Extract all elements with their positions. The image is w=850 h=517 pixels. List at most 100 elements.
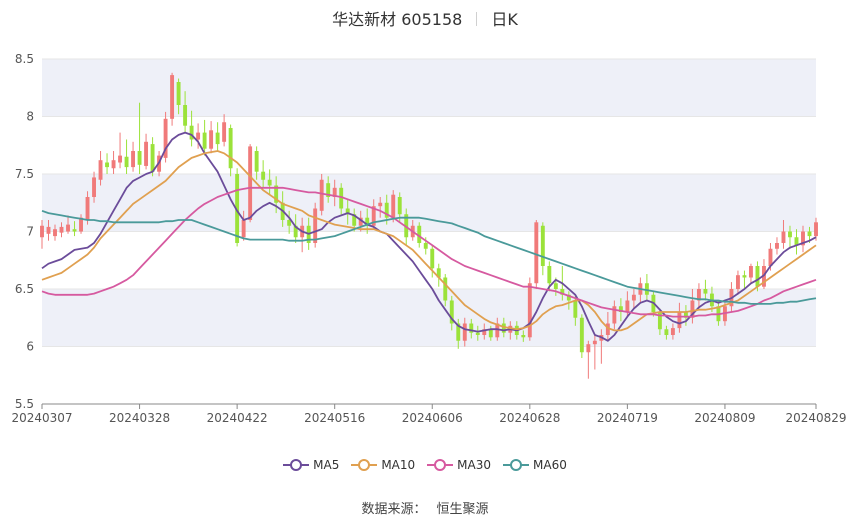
y-tick-label: 8 xyxy=(26,110,34,124)
candle-body xyxy=(527,283,532,338)
candle-body xyxy=(553,283,558,289)
data-source: 数据来源： 恒生聚源 xyxy=(0,498,850,517)
legend-marker-icon xyxy=(283,459,310,471)
candle xyxy=(111,151,116,174)
candle-body xyxy=(755,266,760,287)
y-tick-label: 8.5 xyxy=(15,52,34,66)
candle-body xyxy=(677,312,682,329)
candle xyxy=(118,132,123,169)
kline-chart[interactable]: 5.5 6 6.5 7 7.5 8 8.5 20240307 20240328 20240422… xyxy=(0,0,850,517)
candle xyxy=(222,114,227,147)
legend-label: MA60 xyxy=(533,458,567,472)
candle-body xyxy=(131,151,136,168)
candle-body xyxy=(137,151,142,165)
candle-body xyxy=(105,162,109,168)
legend-marker-icon xyxy=(503,459,530,471)
candle-body xyxy=(703,289,708,294)
candle-body xyxy=(98,160,103,180)
candle-body xyxy=(170,75,175,119)
candle xyxy=(586,340,591,379)
candle-body xyxy=(443,277,448,301)
candle-body xyxy=(111,160,116,169)
legend-item-ma60[interactable]: MA60 xyxy=(503,458,567,472)
candle-body xyxy=(72,229,77,232)
candle-body xyxy=(462,323,467,341)
candle-body xyxy=(742,275,747,278)
legend-marker-icon xyxy=(427,459,454,471)
plot-band xyxy=(42,59,816,117)
candle-body xyxy=(222,122,227,142)
candle-body xyxy=(248,146,253,220)
candle xyxy=(228,124,233,177)
candle-body xyxy=(267,179,272,186)
candle-body xyxy=(573,300,578,318)
candle xyxy=(105,153,109,174)
candle-body xyxy=(124,156,129,168)
candle xyxy=(124,139,129,174)
candle-body xyxy=(66,224,70,232)
candle-body xyxy=(540,225,545,266)
candle-body xyxy=(40,225,44,238)
candle xyxy=(209,121,214,154)
x-tick-label: 20240809 xyxy=(694,411,755,425)
candle-body xyxy=(378,202,383,207)
candle-body xyxy=(788,231,792,238)
x-tick-label: 20240628 xyxy=(499,411,560,425)
candle xyxy=(215,122,220,151)
legend-label: MA30 xyxy=(457,458,492,472)
candle-body xyxy=(215,132,220,145)
y-tick-label: 6.5 xyxy=(15,282,34,296)
candle-body xyxy=(176,82,181,105)
candle xyxy=(742,270,747,289)
candle-body xyxy=(547,266,552,284)
candle-body xyxy=(118,155,123,163)
candle-body xyxy=(664,329,669,335)
y-tick-label: 6 xyxy=(26,340,34,354)
candle-body xyxy=(430,248,435,269)
candle-body xyxy=(85,197,90,220)
legend-item-ma5[interactable]: MA5 xyxy=(283,458,339,472)
candle-body xyxy=(397,197,402,215)
candle-body xyxy=(521,335,526,338)
legend-item-ma30[interactable]: MA30 xyxy=(427,458,491,472)
candle-body xyxy=(241,220,246,238)
candle-body xyxy=(814,222,818,237)
candle-body xyxy=(53,229,57,237)
y-tick-label: 7.5 xyxy=(15,167,34,181)
x-tick-label: 20240516 xyxy=(304,411,365,425)
candle-body xyxy=(144,141,149,166)
candle-body xyxy=(625,300,630,312)
candle xyxy=(749,263,753,284)
x-axis: 20240307 20240328 20240422 20240516 20240606… xyxy=(11,404,847,425)
candle xyxy=(248,144,253,223)
candle-body xyxy=(228,128,233,169)
plot-background xyxy=(42,59,816,347)
candle xyxy=(794,229,799,255)
x-tick-label: 20240307 xyxy=(11,411,72,425)
x-tick-label: 20240606 xyxy=(402,411,463,425)
x-tick-label: 20240328 xyxy=(109,411,170,425)
candle-body xyxy=(46,226,51,234)
candle-body xyxy=(313,208,318,243)
legend-label: MA10 xyxy=(381,458,416,472)
y-tick-label: 7 xyxy=(26,225,34,239)
candle-body xyxy=(488,329,493,338)
candle-body xyxy=(534,222,539,284)
x-tick-label: 20240719 xyxy=(597,411,658,425)
source-label: 数据来源： xyxy=(361,502,427,517)
legend-item-ma10[interactable]: MA10 xyxy=(351,458,415,472)
candle-body xyxy=(579,317,584,353)
candle xyxy=(775,237,779,255)
candle xyxy=(170,72,175,126)
candle-body xyxy=(261,171,266,180)
candle-body xyxy=(807,231,812,237)
candle-body xyxy=(59,226,64,233)
candle-body xyxy=(150,144,155,172)
x-tick-label: 20240422 xyxy=(207,411,268,425)
candle-body xyxy=(196,132,201,140)
candle-body xyxy=(209,130,214,149)
candle-body xyxy=(254,151,259,172)
source-name: 恒生聚源 xyxy=(436,502,489,517)
candle-body xyxy=(592,340,597,345)
candle-body xyxy=(92,177,96,197)
